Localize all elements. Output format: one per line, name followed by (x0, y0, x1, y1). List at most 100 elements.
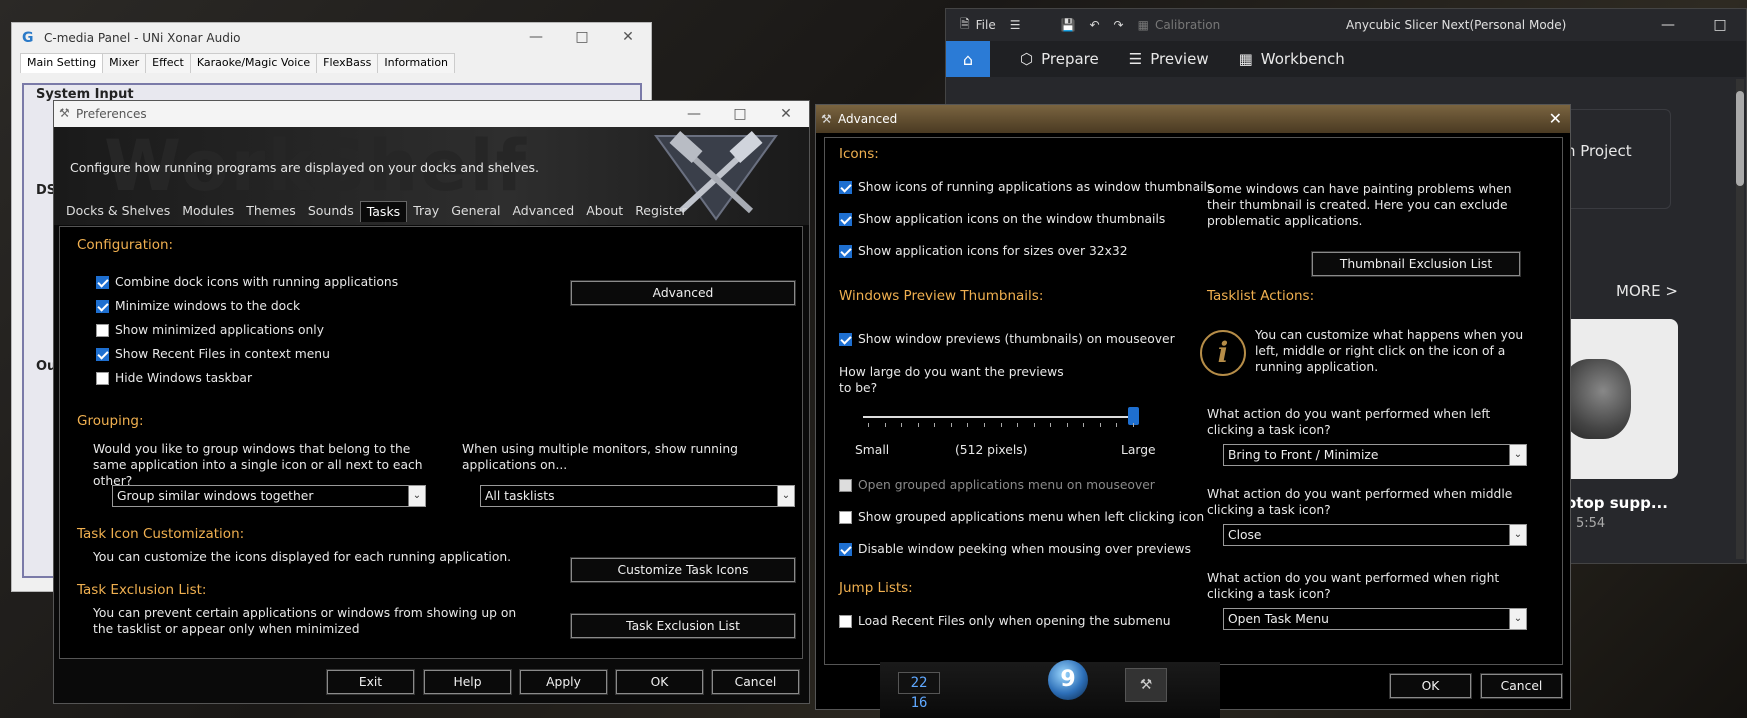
nav-prepare[interactable]: ⬡ Prepare (1020, 50, 1099, 68)
app-icons-over-32-checkbox[interactable]: Show application icons for sizes over 32… (839, 244, 1128, 258)
tab-general[interactable]: General (445, 201, 506, 222)
grouping-select[interactable]: Group similar windows together ⌄ (112, 485, 426, 507)
list-icon[interactable]: ☰ (1010, 18, 1021, 32)
tools-icon[interactable]: ⚒ (1125, 668, 1167, 702)
tab-main-setting[interactable]: Main Setting (20, 53, 104, 73)
anycubic-titlebar[interactable]: 🗎 File ☰ 💾 ↶ ↷ ▦ Calibration Anycubic Slic… (946, 9, 1746, 41)
ok-button[interactable]: OK (615, 669, 704, 695)
preferences-window[interactable]: ⚒ Preferences — □ ✕ WorkShelf Configure ho… (53, 100, 810, 704)
load-recent-files-checkbox[interactable]: Load Recent Files only when opening the … (839, 614, 1171, 628)
maximize-icon[interactable]: □ (717, 101, 763, 128)
nav-workbench[interactable]: ▦ Workbench (1239, 50, 1345, 68)
undo-icon[interactable]: ↶ (1089, 18, 1099, 32)
advanced-title: Advanced (838, 112, 898, 126)
slider-tick (1099, 423, 1101, 427)
tab-information[interactable]: Information (377, 53, 456, 73)
more-link[interactable]: MORE > (1616, 282, 1678, 300)
icons-as-thumbnails-checkbox[interactable]: Show icons of running applications as wi… (839, 180, 1213, 194)
disable-peeking-checkbox[interactable]: Disable window peeking when mousing over… (839, 542, 1191, 556)
minimize-icon[interactable]: — (513, 23, 559, 51)
tab-register[interactable]: Register (629, 201, 692, 222)
preview-size-slider[interactable] (863, 407, 1139, 429)
apply-button[interactable]: Apply (519, 669, 608, 695)
tasklist-actions-heading: Tasklist Actions: (1207, 288, 1315, 304)
checkbox-checked[interactable] (96, 275, 109, 289)
checkbox-unchecked[interactable] (839, 614, 852, 628)
tab-docks-shelves[interactable]: Docks & Shelves (60, 201, 176, 222)
close-icon[interactable]: ✕ (605, 23, 651, 51)
thumbnail-exclusion-list-button[interactable]: Thumbnail Exclusion List (1311, 251, 1521, 277)
close-icon[interactable]: ✕ (1549, 105, 1562, 133)
ok-button[interactable]: OK (1389, 673, 1472, 699)
dock-clock[interactable]: 22 16 (898, 672, 940, 711)
save-icon[interactable]: 💾 (1061, 18, 1076, 32)
cancel-button[interactable]: Cancel (1480, 673, 1563, 699)
middle-click-select[interactable]: Close ⌄ (1223, 524, 1527, 546)
checkbox-checked[interactable] (839, 244, 852, 258)
show-recent-files-checkbox[interactable]: Show Recent Files in context menu (96, 347, 330, 361)
minimize-icon[interactable]: — (1642, 9, 1694, 41)
chevron-down-icon[interactable]: ⌄ (408, 486, 425, 506)
calibration-menu[interactable]: ▦ Calibration (1138, 18, 1221, 32)
show-previews-checkbox[interactable]: Show window previews (thumbnails) on mou… (839, 332, 1175, 346)
advanced-titlebar[interactable]: ⚒ Advanced ✕ (816, 105, 1570, 133)
home-icon[interactable]: ⌂ (946, 41, 990, 77)
app-icons-on-thumbnails-checkbox[interactable]: Show application icons on the window thu… (839, 212, 1165, 226)
tab-about[interactable]: About (580, 201, 629, 222)
cmedia-titlebar[interactable]: G C-media Panel - UNi Xonar Audio — □ ✕ (12, 23, 651, 53)
scrollbar-thumb[interactable] (1736, 91, 1744, 186)
tab-sounds[interactable]: Sounds (302, 201, 360, 222)
task-exclusion-list-button[interactable]: Task Exclusion List (570, 613, 796, 639)
combine-dock-icons-checkbox[interactable]: Combine dock icons with running applicat… (96, 275, 398, 289)
checkbox-checked[interactable] (839, 332, 852, 346)
checkbox-unchecked[interactable] (839, 510, 852, 524)
tab-themes[interactable]: Themes (240, 201, 302, 222)
hide-taskbar-checkbox[interactable]: Hide Windows taskbar (96, 371, 252, 385)
preview-thumbnails-heading: Windows Preview Thumbnails: (839, 288, 1044, 304)
chevron-down-icon[interactable]: ⌄ (1509, 525, 1526, 545)
exit-button[interactable]: Exit (326, 669, 415, 695)
tab-advanced[interactable]: Advanced (506, 201, 580, 222)
chevron-down-icon[interactable]: ⌄ (777, 486, 794, 506)
minimize-icon[interactable]: — (671, 101, 717, 128)
advanced-window[interactable]: ⚒ Advanced ✕ Icons: Show icons of runnin… (815, 104, 1571, 710)
redo-icon[interactable]: ↷ (1114, 18, 1124, 32)
monitors-select[interactable]: All tasklists ⌄ (480, 485, 795, 507)
checkbox-disabled[interactable] (839, 478, 852, 492)
checkbox-checked[interactable] (839, 180, 852, 194)
close-icon[interactable]: ✕ (763, 101, 809, 128)
preferences-titlebar[interactable]: ⚒ Preferences — □ ✕ (54, 101, 809, 127)
right-click-select[interactable]: Open Task Menu ⌄ (1223, 608, 1527, 630)
open-grouped-menu-checkbox[interactable]: Open grouped applications menu on mouseo… (839, 478, 1155, 492)
tab-karaoke[interactable]: Karaoke/Magic Voice (189, 53, 318, 73)
nav-preview[interactable]: ☰ Preview (1129, 50, 1209, 68)
grouped-menu-left-click-checkbox[interactable]: Show grouped applications menu when left… (839, 510, 1204, 524)
checkbox-checked[interactable] (96, 347, 109, 361)
cube-icon: ⬡ (1020, 50, 1034, 68)
customize-task-icons-button[interactable]: Customize Task Icons (570, 557, 796, 583)
chevron-down-icon[interactable]: ⌄ (1509, 609, 1526, 629)
cancel-button[interactable]: Cancel (711, 669, 800, 695)
checkbox-unchecked[interactable] (96, 371, 109, 385)
maximize-icon[interactable]: □ (1694, 9, 1746, 41)
chevron-down-icon[interactable]: ⌄ (1509, 445, 1526, 465)
file-menu[interactable]: 🗎 File (960, 15, 996, 36)
checkbox-checked[interactable] (839, 542, 852, 556)
help-button[interactable]: Help (423, 669, 512, 695)
advanced-button[interactable]: Advanced (570, 280, 796, 306)
checkbox-checked[interactable] (839, 212, 852, 226)
show-minimized-only-checkbox[interactable]: Show minimized applications only (96, 323, 324, 337)
minimize-to-dock-checkbox[interactable]: Minimize windows to the dock (96, 299, 300, 313)
tab-mixer[interactable]: Mixer (102, 53, 147, 73)
tab-tray[interactable]: Tray (407, 201, 445, 222)
tab-modules[interactable]: Modules (176, 201, 240, 222)
start-orb-icon[interactable]: 9 (1048, 660, 1088, 700)
tab-tasks[interactable]: Tasks (359, 201, 408, 222)
tab-flexbass[interactable]: FlexBass (316, 53, 379, 73)
checkbox-checked[interactable] (96, 299, 109, 313)
maximize-icon[interactable]: □ (559, 23, 605, 51)
tab-effect[interactable]: Effect (145, 53, 191, 73)
anycubic-scrollbar[interactable] (1736, 79, 1744, 559)
left-click-select[interactable]: Bring to Front / Minimize ⌄ (1223, 444, 1527, 466)
checkbox-unchecked[interactable] (96, 323, 109, 337)
